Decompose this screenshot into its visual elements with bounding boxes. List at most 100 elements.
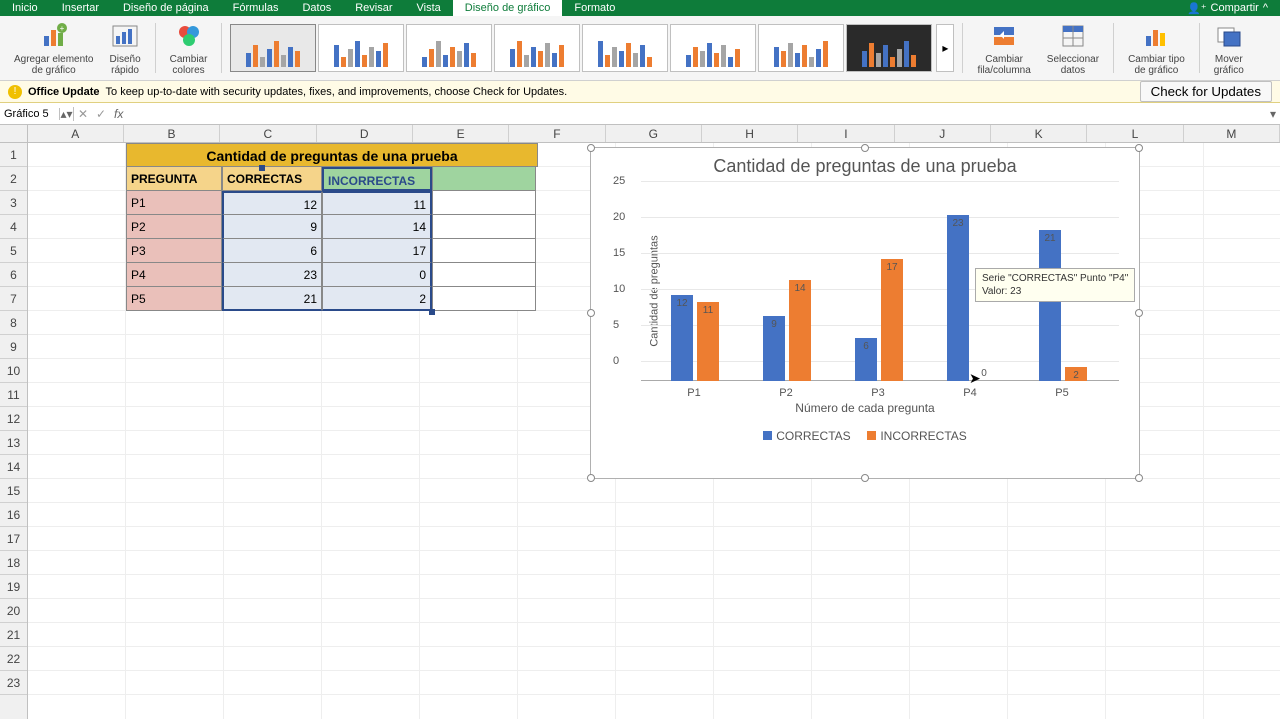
col-header-L[interactable]: L xyxy=(1087,125,1183,142)
table-row[interactable]: P11211 xyxy=(126,191,538,215)
resize-handle[interactable] xyxy=(861,474,869,482)
row-header-9[interactable]: 9 xyxy=(0,335,27,359)
resize-handle[interactable] xyxy=(587,144,595,152)
row-header-1[interactable]: 1 xyxy=(0,143,27,167)
selection-handle[interactable] xyxy=(429,309,435,315)
table-row[interactable]: P5212 xyxy=(126,287,538,311)
row-header-11[interactable]: 11 xyxy=(0,383,27,407)
row-header-6[interactable]: 6 xyxy=(0,263,27,287)
name-box[interactable]: Gráfico 5 xyxy=(0,108,60,120)
resize-handle[interactable] xyxy=(587,309,595,317)
quick-layout-button[interactable]: Diseñorápido xyxy=(104,18,147,78)
row-header-14[interactable]: 14 xyxy=(0,455,27,479)
row-header-22[interactable]: 22 xyxy=(0,647,27,671)
cell-blank[interactable] xyxy=(432,191,536,215)
col-header-A[interactable]: A xyxy=(28,125,124,142)
ribbon-tab-diseño-de-gráfico[interactable]: Diseño de gráfico xyxy=(453,0,563,16)
row-header-19[interactable]: 19 xyxy=(0,575,27,599)
cell-blank[interactable] xyxy=(432,287,536,311)
ribbon-tab-fórmulas[interactable]: Fórmulas xyxy=(221,0,291,16)
bar-correctas-P4[interactable] xyxy=(947,215,969,381)
row-header-12[interactable]: 12 xyxy=(0,407,27,431)
row-header-17[interactable]: 17 xyxy=(0,527,27,551)
chart-style-7[interactable] xyxy=(758,24,844,72)
ribbon-tab-datos[interactable]: Datos xyxy=(290,0,343,16)
select-all-corner[interactable] xyxy=(0,125,28,142)
col-header-blank[interactable] xyxy=(432,167,536,191)
row-header-3[interactable]: 3 xyxy=(0,191,27,215)
cell-pregunta[interactable]: P3 xyxy=(126,239,222,263)
row-header-13[interactable]: 13 xyxy=(0,431,27,455)
chart-style-5[interactable] xyxy=(582,24,668,72)
row-header-2[interactable]: 2 xyxy=(0,167,27,191)
col-header-C[interactable]: C xyxy=(220,125,316,142)
change-chart-type-button[interactable]: Cambiar tipode gráfico xyxy=(1122,18,1191,78)
table-row[interactable]: P3617 xyxy=(126,239,538,263)
row-header-5[interactable]: 5 xyxy=(0,239,27,263)
chart-object[interactable]: Cantidad de preguntas de una prueba Cant… xyxy=(590,147,1140,479)
col-header-F[interactable]: F xyxy=(509,125,605,142)
ribbon-tab-inicio[interactable]: Inicio xyxy=(0,0,50,16)
col-header-I[interactable]: I xyxy=(798,125,894,142)
col-header-H[interactable]: H xyxy=(702,125,798,142)
row-header-10[interactable]: 10 xyxy=(0,359,27,383)
chart-style-6[interactable] xyxy=(670,24,756,72)
cell-correctas[interactable]: 21 xyxy=(222,287,322,311)
chart-styles-more[interactable]: ▸ xyxy=(936,24,954,72)
row-header-20[interactable]: 20 xyxy=(0,599,27,623)
row-header-4[interactable]: 4 xyxy=(0,215,27,239)
col-header-G[interactable]: G xyxy=(606,125,702,142)
col-header-D[interactable]: D xyxy=(317,125,413,142)
chart-style-2[interactable] xyxy=(318,24,404,72)
row-header-15[interactable]: 15 xyxy=(0,479,27,503)
cell-blank[interactable] xyxy=(432,263,536,287)
resize-handle[interactable] xyxy=(1135,144,1143,152)
cell-incorrectas[interactable]: 0 xyxy=(322,263,432,287)
col-header-J[interactable]: J xyxy=(895,125,991,142)
ribbon-tab-insertar[interactable]: Insertar xyxy=(50,0,111,16)
ribbon-tab-formato[interactable]: Formato xyxy=(562,0,627,16)
row-header-23[interactable]: 23 xyxy=(0,671,27,695)
data-table[interactable]: Cantidad de preguntas de una prueba PREG… xyxy=(126,143,538,311)
resize-handle[interactable] xyxy=(1135,474,1143,482)
row-header-21[interactable]: 21 xyxy=(0,623,27,647)
cell-incorrectas[interactable]: 11 xyxy=(322,191,432,215)
chart-style-3[interactable] xyxy=(406,24,492,72)
name-box-stepper[interactable]: ▴▾ xyxy=(60,107,74,121)
formula-cancel[interactable]: ✕ xyxy=(74,107,92,121)
bar-correctas-P5[interactable] xyxy=(1039,230,1061,381)
cell-pregunta[interactable]: P5 xyxy=(126,287,222,311)
chart-styles-gallery[interactable] xyxy=(230,24,932,72)
col-header-pregunta[interactable]: PREGUNTA xyxy=(126,167,222,191)
table-row[interactable]: P4230 xyxy=(126,263,538,287)
cell-incorrectas[interactable]: 17 xyxy=(322,239,432,263)
row-header-18[interactable]: 18 xyxy=(0,551,27,575)
bar-incorrectas-P2[interactable] xyxy=(789,280,811,381)
resize-handle[interactable] xyxy=(1135,309,1143,317)
cell-correctas[interactable]: 23 xyxy=(222,263,322,287)
cell-pregunta[interactable]: P4 xyxy=(126,263,222,287)
col-header-K[interactable]: K xyxy=(991,125,1087,142)
table-row[interactable]: P2914 xyxy=(126,215,538,239)
col-header-B[interactable]: B xyxy=(124,125,220,142)
cell-correctas[interactable]: 6 xyxy=(222,239,322,263)
formula-expand[interactable]: ▾ xyxy=(1266,107,1280,121)
resize-handle[interactable] xyxy=(587,474,595,482)
cell-correctas[interactable]: 9 xyxy=(222,215,322,239)
col-header-E[interactable]: E xyxy=(413,125,509,142)
change-colors-button[interactable]: Cambiarcolores xyxy=(164,18,214,78)
chart-title[interactable]: Cantidad de preguntas de una prueba xyxy=(591,148,1139,181)
row-headers[interactable]: 1234567891011121314151617181920212223 xyxy=(0,143,28,719)
move-chart-button[interactable]: Movergráfico xyxy=(1208,18,1250,78)
cell-pregunta[interactable]: P1 xyxy=(126,191,222,215)
cell-pregunta[interactable]: P2 xyxy=(126,215,222,239)
cell-grid[interactable]: Cantidad de preguntas de una prueba PREG… xyxy=(28,143,1280,719)
chart-style-1[interactable] xyxy=(230,24,316,72)
cell-blank[interactable] xyxy=(432,215,536,239)
cell-incorrectas[interactable]: 2 xyxy=(322,287,432,311)
add-chart-element-button[interactable]: + Agregar elementode gráfico xyxy=(8,18,100,78)
ribbon-tab-revisar[interactable]: Revisar xyxy=(343,0,404,16)
row-header-8[interactable]: 8 xyxy=(0,311,27,335)
row-header-16[interactable]: 16 xyxy=(0,503,27,527)
col-header-correctas[interactable]: CORRECTAS xyxy=(222,167,322,191)
